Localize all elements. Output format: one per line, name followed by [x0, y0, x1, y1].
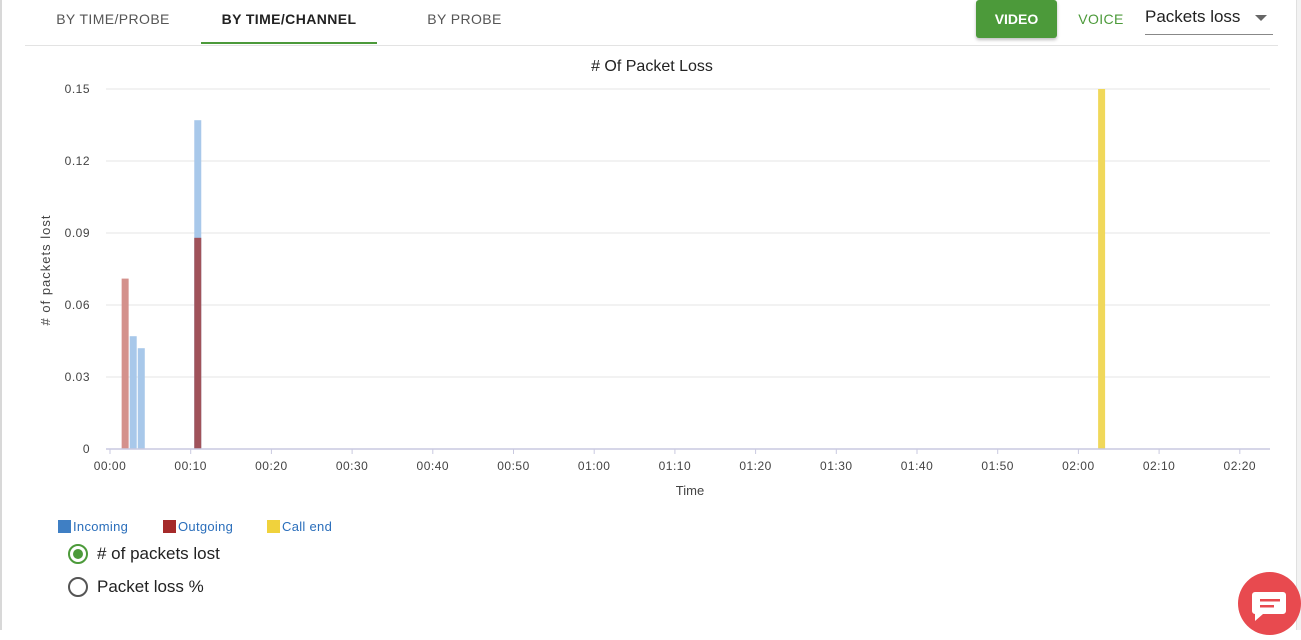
legend-label-call-end: Call end	[282, 519, 333, 534]
bar-incoming[interactable]	[129, 336, 137, 449]
x-axis-ticks: 00:00 00:10 00:20 00:30 00:40 00:50 01:00 01:10…	[94, 449, 1256, 473]
x-tick-label: 01:40	[901, 459, 934, 473]
legend-label-outgoing: Outgoing	[178, 519, 234, 534]
legend-call-end[interactable]: Call end	[267, 519, 332, 535]
x-tick-label: 01:20	[739, 459, 772, 473]
chat-button[interactable]	[1238, 572, 1301, 635]
y-tick-label: 0.15	[65, 82, 90, 96]
x-tick-label: 00:40	[417, 459, 450, 473]
tab-by-time-probe[interactable]: BY TIME/PROBE	[36, 0, 190, 45]
x-tick-label: 01:30	[820, 459, 853, 473]
legend-label-incoming: Incoming	[73, 519, 129, 534]
chart-bars	[121, 89, 1106, 449]
bar-call-end[interactable]	[1098, 89, 1106, 449]
x-tick-label: 02:20	[1224, 459, 1257, 473]
x-tick-label: 00:30	[336, 459, 369, 473]
x-tick-label: 00:20	[255, 459, 288, 473]
legend-incoming[interactable]: Incoming	[58, 519, 128, 535]
metric-select-value: Packets loss	[1145, 7, 1241, 26]
x-tick-label: 00:00	[94, 459, 127, 473]
radio-label-packets-lost: # of packets lost	[97, 544, 220, 563]
voice-button[interactable]: VOICE	[1072, 0, 1130, 38]
y-tick-label: 0.03	[65, 370, 90, 384]
window-scrollbar[interactable]	[1296, 0, 1301, 630]
chart-grid	[106, 88, 1270, 378]
y-axis-ticks: 0 0.03 0.06 0.09 0.12 0.15	[65, 82, 90, 456]
legend-swatch-outgoing	[163, 520, 176, 533]
chevron-down-icon	[1255, 15, 1267, 21]
chat-bubble-icon	[1252, 592, 1286, 621]
x-tick-label: 02:10	[1143, 459, 1176, 473]
tab-by-probe[interactable]: BY PROBE	[408, 0, 521, 45]
bar-outgoing[interactable]	[121, 278, 129, 449]
x-tick-label: 01:50	[981, 459, 1014, 473]
metric-select[interactable]: Packets loss	[1145, 4, 1273, 35]
x-tick-label: 00:10	[174, 459, 207, 473]
y-tick-label: 0.09	[65, 226, 90, 240]
legend-outgoing[interactable]: Outgoing	[163, 519, 233, 535]
bar-incoming[interactable]	[137, 348, 145, 449]
radio-unselected-icon	[68, 577, 88, 597]
bar-outgoing[interactable]	[194, 237, 202, 449]
x-tick-label: 01:10	[659, 459, 692, 473]
x-tick-label: 01:00	[578, 459, 611, 473]
y-tick-label: 0.06	[65, 298, 90, 312]
legend-swatch-incoming	[58, 520, 71, 533]
chart-title: # Of Packet Loss	[591, 58, 713, 75]
video-button[interactable]: VIDEO	[976, 0, 1057, 38]
radio-selected-icon	[68, 544, 88, 564]
x-axis-label: Time	[676, 483, 704, 498]
tab-by-time-channel[interactable]: BY TIME/CHANNEL	[201, 0, 377, 44]
y-tick-label: 0	[83, 442, 90, 456]
y-tick-label: 0.12	[65, 154, 90, 168]
y-axis-label: # of packets lost	[38, 215, 53, 326]
packet-loss-chart: # Of Packet Loss 0 0.03 0.06 0.09 0.12 0.15 0…	[38, 58, 1270, 498]
x-tick-label: 00:50	[497, 459, 530, 473]
radio-label-packet-loss-percent: Packet loss %	[97, 577, 204, 596]
legend-swatch-call-end	[267, 520, 280, 533]
x-tick-label: 02:00	[1062, 459, 1095, 473]
